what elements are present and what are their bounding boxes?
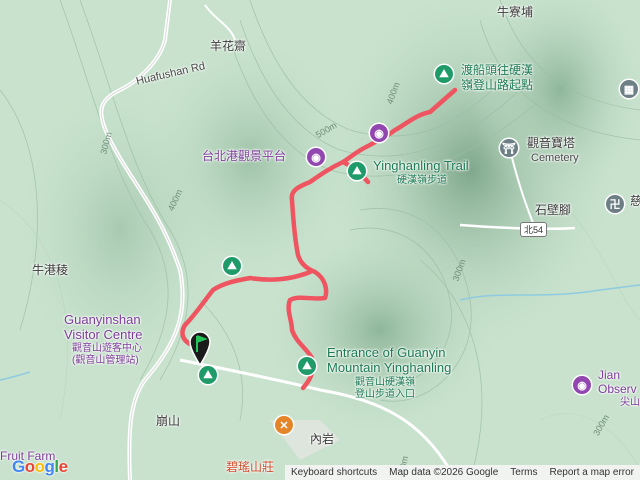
hiker-icon[interactable]: ⛰: [223, 257, 241, 275]
map-data-label: Map data ©2026 Google: [389, 467, 499, 478]
keyboard-shortcuts-link[interactable]: Keyboard shortcuts: [285, 467, 383, 478]
place-label-observ-partial[interactable]: Observ: [598, 382, 637, 397]
place-label-cemetery: Cemetery: [531, 152, 579, 164]
place-label-shishan: 崩山: [156, 414, 181, 428]
place-label-neiyan: 內岩: [310, 432, 335, 446]
place-label-jianshan-partial: 尖山: [620, 397, 640, 408]
report-error-link[interactable]: Report a map error: [544, 467, 640, 478]
attribution-bar: Keyboard shortcuts Map data ©2026 Google…: [284, 465, 640, 480]
poi-label-entrance-zh1: 觀音山硬漢嶺: [355, 377, 415, 388]
place-label-jian-partial[interactable]: Jian: [598, 368, 620, 383]
place-label-ci-partial: 慈: [630, 194, 640, 208]
poi-label-visitor-centre-line1[interactable]: Guanyinshan: [64, 312, 141, 328]
poi-label-visitor-centre-line2[interactable]: Visitor Centre: [64, 327, 143, 343]
terms-link[interactable]: Terms: [504, 467, 543, 478]
terrain-layer: [0, 0, 640, 480]
place-label-niuliaopu: 牛寮埔: [497, 5, 534, 19]
hiker-icon[interactable]: ⛰: [435, 65, 453, 83]
tower-icon[interactable]: ⛩: [500, 139, 518, 157]
building-icon[interactable]: ▦: [620, 80, 638, 98]
camera-icon[interactable]: ◉: [307, 148, 325, 166]
camera-icon[interactable]: ◉: [370, 124, 388, 142]
poi-label-entrance-zh2: 登山步道入口: [355, 389, 415, 400]
map-canvas[interactable]: 牛寮埔 羊花齋 牛港稜 崩山 內岩 石壁腳 Huafushan Rd 北54 4…: [0, 0, 640, 480]
poi-label-visitor-centre-zh1: 觀音山遊客中心: [72, 343, 142, 354]
poi-label-visitor-centre-zh2: (觀音山管理站): [72, 355, 139, 366]
route-shield: 北54: [520, 222, 548, 237]
place-label-guanyinbaota[interactable]: 觀音寶塔: [527, 136, 575, 151]
place-of-worship-icon[interactable]: 卍: [606, 195, 624, 213]
telescope-icon[interactable]: ◉: [573, 376, 591, 394]
google-logo: Google: [12, 457, 68, 476]
hiker-icon[interactable]: ⛰: [199, 366, 217, 384]
poi-label-entrance-line1[interactable]: Entrance of Guanyin: [327, 345, 446, 361]
start-marker-icon[interactable]: [188, 330, 212, 366]
place-label-bilao[interactable]: 碧瑤山莊: [226, 460, 274, 475]
poi-label-entrance-line2[interactable]: Mountain Yinghanling: [327, 360, 451, 376]
hiker-icon[interactable]: ⛰: [298, 357, 316, 375]
restaurant-icon[interactable]: ✕: [275, 416, 293, 434]
poi-label-yinghanling-trail[interactable]: Yinghanling Trail: [373, 158, 469, 174]
poi-label-ferry-line2[interactable]: 嶺登山路起點: [461, 78, 533, 93]
place-label-yanghuazhai: 羊花齋: [210, 39, 247, 53]
poi-label-taipei-port-viewing[interactable]: 台北港觀景平台: [202, 149, 286, 164]
place-label-niugangling: 牛港稜: [32, 263, 69, 277]
hiker-icon[interactable]: ⛰: [348, 162, 366, 180]
poi-label-yinghanling-trail-zh: 硬漢嶺步道: [397, 175, 447, 186]
poi-label-ferry-line1[interactable]: 渡船頭往硬漢: [461, 63, 533, 78]
place-label-shibijiao: 石壁腳: [535, 203, 572, 217]
